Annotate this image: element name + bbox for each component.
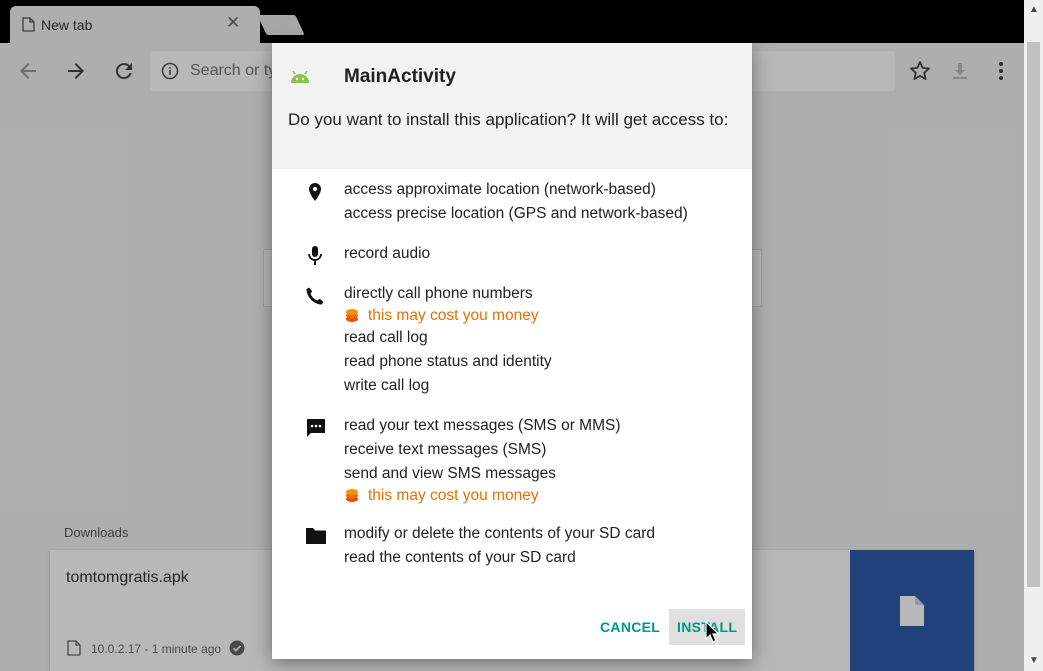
microphone-icon [305,245,325,272]
coins-icon [344,487,360,508]
cancel-button[interactable]: CANCEL [592,609,668,645]
dialog-header: MainActivity Do you want to install this… [272,43,752,169]
permission-line: directly call phone numbers [344,285,533,302]
phone-icon [305,286,325,311]
cost-warning-text: this may cost you money [368,487,539,504]
dialog-question: Do you want to install this application?… [288,110,729,129]
scrollbar[interactable]: ▲ ▼ [1024,0,1043,671]
permission-line: read call log [344,329,428,346]
permission-line: send and view SMS messages [344,465,556,482]
cost-warning: this may cost you money [344,307,539,328]
permission-line: modify or delete the contents of your SD… [344,525,656,542]
dialog-title: MainActivity [344,66,456,87]
install-dialog: MainActivity Do you want to install this… [272,43,752,659]
scroll-up-icon[interactable]: ▲ [1029,4,1039,15]
permission-line: access precise location (GPS and network… [344,205,688,222]
scroll-thumb[interactable] [1027,42,1040,587]
scroll-down-icon[interactable]: ▼ [1029,655,1039,666]
cost-warning-text: this may cost you money [368,307,539,324]
sms-icon [305,417,327,444]
android-icon [288,63,312,92]
folder-icon [305,526,327,551]
coins-icon [344,307,360,328]
permission-line: record audio [344,245,431,262]
permission-line: receive text messages (SMS) [344,441,547,458]
permission-line: access approximate location (network-bas… [344,181,656,198]
permission-line: read your text messages (SMS or MMS) [344,417,621,434]
permission-line: read the contents of your SD card [344,549,576,566]
location-pin-icon [305,182,325,207]
permission-line: read phone status and identity [344,353,552,370]
cost-warning: this may cost you money [344,487,539,508]
mouse-cursor-icon [705,620,720,648]
permission-line: write call log [344,377,430,394]
